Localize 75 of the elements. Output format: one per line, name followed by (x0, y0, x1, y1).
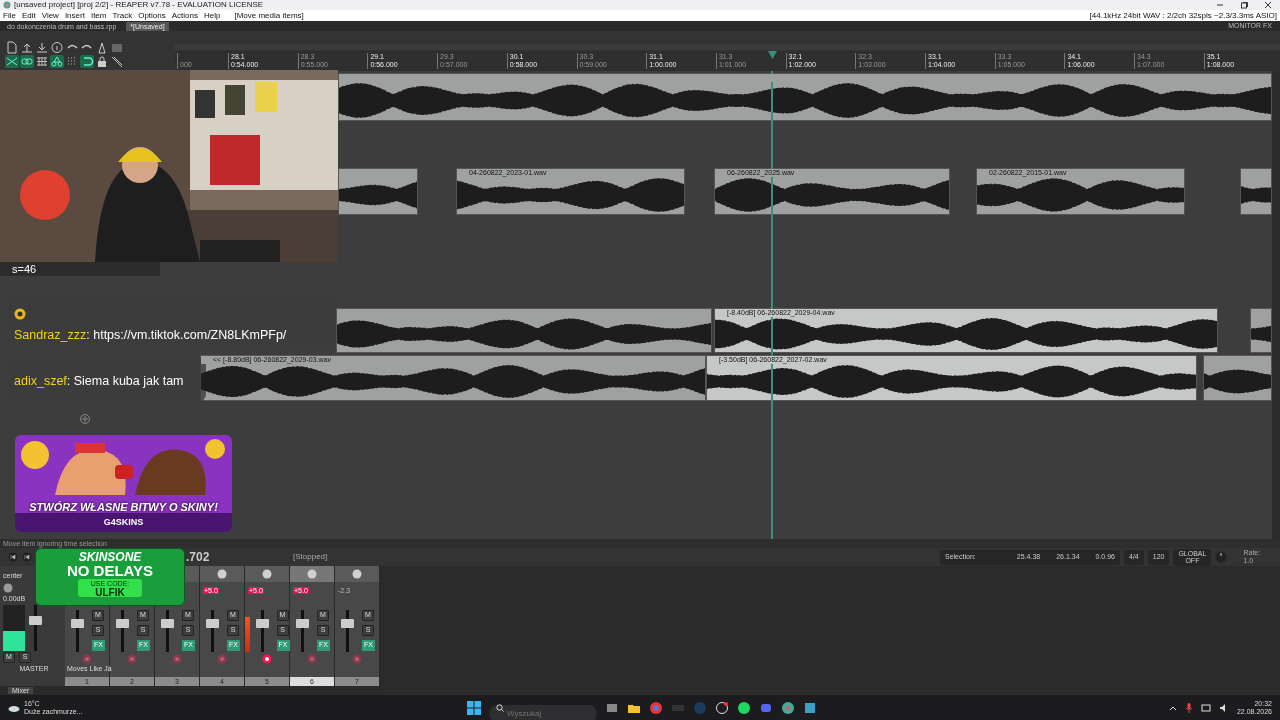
window-title: [unsaved project] [proj 2/2] - REAPER v7.78 - EVALUATION LICENSE (14, 0, 264, 11)
menu-item[interactable]: Actions (171, 9, 198, 22)
record-arm-button[interactable] (262, 654, 272, 665)
sponsor-brand: SKINSONE (78, 551, 142, 563)
minimize-icon[interactable] (1216, 1, 1224, 9)
promo-code: ULFIK (95, 588, 125, 597)
close-icon[interactable] (1264, 1, 1272, 9)
fader-thumb[interactable] (296, 619, 309, 629)
restore-icon[interactable] (1240, 1, 1248, 9)
media-item[interactable] (1240, 167, 1272, 215)
media-item[interactable] (336, 307, 712, 353)
search-icon (496, 703, 504, 712)
document-icon[interactable] (5, 40, 19, 54)
pan-knob[interactable] (262, 569, 272, 580)
skip-back-icon[interactable] (8, 552, 18, 563)
menu-item[interactable]: View (41, 9, 59, 22)
app-logo-icon (3, 1, 11, 9)
fader-thumb[interactable] (341, 619, 354, 629)
menu-item[interactable]: Edit (21, 9, 36, 22)
fader-thumb[interactable] (29, 616, 42, 626)
cloud-icon (8, 703, 20, 712)
download-icon[interactable] (35, 40, 49, 54)
music-icon[interactable] (737, 700, 751, 715)
skip-forward-icon[interactable] (22, 552, 32, 563)
menu-item[interactable]: File (3, 9, 16, 22)
diagonal-lines-icon[interactable] (110, 54, 124, 68)
fader-thumb[interactable] (161, 619, 174, 629)
audio-status: [44.1kHz 24bit WAV : 2/2ch 32spls ~2.3/3.3ms ASIO] (1089, 9, 1277, 22)
loop-button[interactable] (80, 54, 94, 68)
knob-icon[interactable] (1215, 551, 1228, 564)
chat-text: : https://vm.tiktok.com/ZN8LKmPFp/ (86, 328, 287, 342)
pan-knob[interactable] (352, 569, 362, 580)
avatar-icon (14, 307, 26, 320)
menu-item[interactable]: Options (138, 9, 166, 22)
media-item[interactable] (1203, 354, 1272, 401)
sponsor-slogan: NO DELAYS (66, 563, 154, 578)
chat-username: adix_szef (14, 374, 67, 388)
transport-state: [Stopped] (293, 551, 328, 564)
pan-knob[interactable] (307, 569, 317, 580)
fader-thumb[interactable] (71, 619, 84, 629)
windows-start-icon[interactable] (467, 700, 481, 715)
grid-icon[interactable] (35, 54, 49, 68)
media-item[interactable] (338, 167, 418, 215)
fader-thumb[interactable] (255, 619, 269, 629)
menu-item[interactable]: Insert (64, 9, 85, 22)
menu-status: [Move media items] (234, 9, 304, 22)
app-icon[interactable] (803, 700, 817, 715)
time-display: .702 (186, 549, 210, 567)
pan-knob[interactable] (217, 569, 227, 580)
timeline-ruler[interactable] (175, 50, 1280, 71)
add-icon[interactable] (80, 414, 90, 424)
link-button[interactable] (20, 54, 34, 68)
app-icon[interactable] (715, 700, 729, 715)
metronome-icon[interactable] (95, 40, 109, 54)
promo-brand: G4SKINS (103, 515, 144, 529)
reaper-icon[interactable] (781, 700, 795, 715)
menu-item[interactable]: Item (90, 9, 107, 22)
media-item[interactable] (338, 72, 1272, 121)
pan-knob[interactable] (3, 582, 13, 593)
info-icon[interactable] (50, 40, 64, 54)
snap-button[interactable] (50, 54, 64, 68)
stream-counter: s=46 (0, 262, 160, 276)
menu-item[interactable]: Help (204, 9, 221, 22)
network-icon[interactable] (1200, 702, 1211, 713)
crossed-lines-button[interactable] (5, 54, 19, 68)
promo-headline: STWÓRZ WŁASNE BITWY O SKINY! (29, 500, 218, 515)
media-item[interactable] (1250, 307, 1272, 353)
fader-thumb[interactable] (206, 619, 219, 629)
search-field[interactable]: Wyszukaj (489, 705, 597, 720)
fader-thumb[interactable] (116, 619, 129, 629)
microphone-icon[interactable] (1184, 702, 1193, 713)
browser-icon[interactable] (649, 700, 663, 715)
chat-text: : Siema kuba jak tam (66, 374, 184, 388)
menu-item[interactable]: Track (112, 9, 133, 22)
lock-icon[interactable] (95, 54, 109, 68)
